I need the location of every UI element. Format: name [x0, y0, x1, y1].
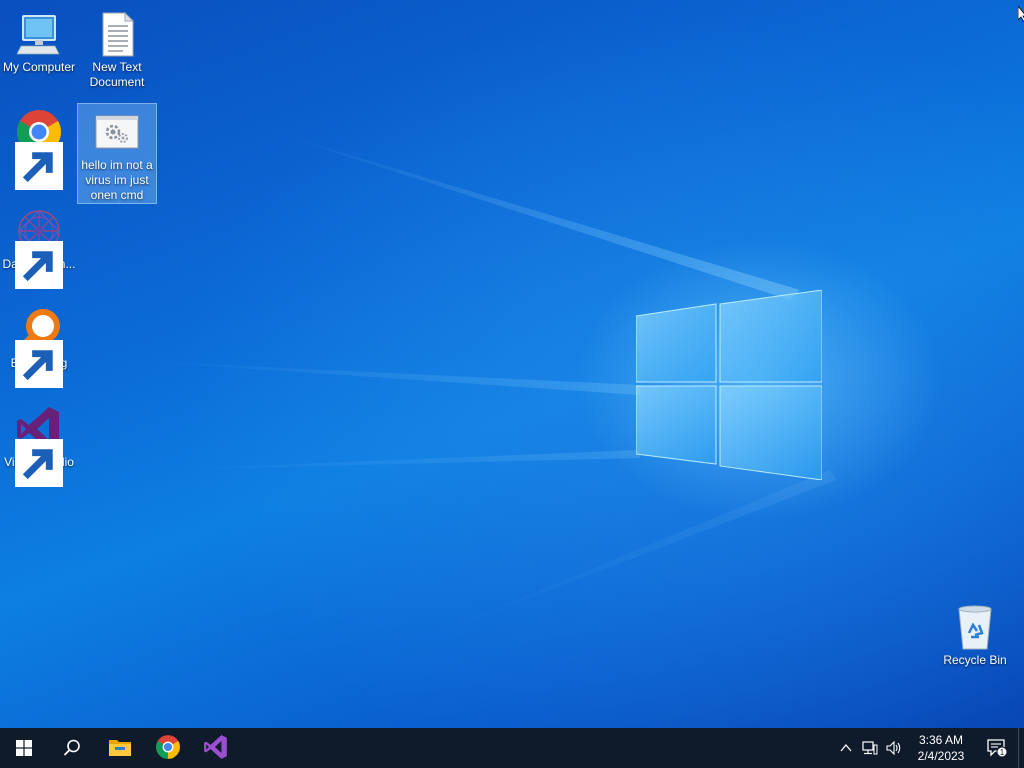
shortcut-arrow-icon — [15, 241, 63, 289]
desktop-icon-everything[interactable]: Everything — [0, 302, 78, 388]
clock-date: 2/4/2023 — [917, 749, 965, 763]
shortcut-arrow-icon — [15, 142, 63, 190]
batch-file-icon — [93, 108, 141, 156]
chrome-icon — [156, 735, 180, 759]
icon-label: New Text Document — [89, 60, 145, 89]
taskbar-chrome[interactable] — [144, 728, 192, 768]
start-button[interactable] — [0, 728, 48, 768]
shortcut-arrow-icon — [15, 439, 63, 487]
mouse-cursor-icon — [1018, 6, 1024, 22]
taskbar: 3:36 AM 2/4/2023 1 — [0, 728, 1024, 768]
notification-icon: 1 — [987, 739, 1008, 758]
network-button[interactable] — [858, 728, 882, 768]
icon-label: My Computer — [2, 60, 76, 74]
taskbar-file-explorer[interactable] — [96, 728, 144, 768]
show-desktop-button[interactable] — [1018, 728, 1024, 768]
desktop-icon-new-text-document[interactable]: New Text Document — [78, 6, 156, 90]
icon-label: Recycle Bin — [943, 653, 1007, 667]
search-icon — [63, 739, 80, 756]
notification-count: 1 — [1000, 748, 1005, 757]
network-icon — [862, 741, 878, 755]
show-hidden-icons-button[interactable] — [834, 728, 858, 768]
computer-icon — [15, 10, 63, 58]
action-center-button[interactable]: 1 — [976, 728, 1018, 768]
volume-button[interactable] — [882, 728, 906, 768]
taskbar-visual-studio[interactable] — [192, 728, 240, 768]
windows-logo-wallpaper — [636, 290, 822, 480]
chrome-icon — [15, 108, 63, 190]
desktop-icon-datawagon[interactable]: DataWagon... — [0, 203, 78, 289]
system-tray: 3:36 AM 2/4/2023 1 — [834, 728, 1024, 768]
desktop-icon-google-chrome[interactable]: Google Chrome — [0, 104, 78, 190]
desktop[interactable]: My Computer New Text Document hello im n… — [0, 0, 1024, 728]
visual-studio-icon — [204, 735, 227, 759]
shortcut-arrow-icon — [15, 340, 63, 388]
clock-time: 3:36 AM — [918, 733, 964, 747]
file-explorer-icon — [109, 740, 131, 756]
desktop-icon-cmd-file[interactable]: hello im not a virus im just onen cmd — [77, 103, 157, 204]
desktop-icon-my-computer[interactable]: My Computer — [0, 6, 78, 75]
volume-icon — [886, 741, 901, 755]
desktop-icon-visual-studio[interactable]: Visual Studio 2015 — [0, 401, 78, 487]
everything-search-icon — [15, 306, 63, 388]
search-button[interactable] — [48, 728, 96, 768]
text-document-icon — [93, 10, 141, 58]
windows-start-icon — [16, 740, 32, 756]
visual-studio-icon — [15, 405, 63, 487]
clock[interactable]: 3:36 AM 2/4/2023 — [906, 732, 976, 764]
icon-label: hello im not a virus im just onen cmd — [81, 158, 153, 202]
desktop-icon-recycle-bin[interactable]: Recycle Bin — [936, 599, 1014, 668]
recycle-bin-icon — [951, 603, 999, 651]
chevron-up-icon — [840, 744, 852, 752]
datawagon-icon — [15, 207, 63, 289]
